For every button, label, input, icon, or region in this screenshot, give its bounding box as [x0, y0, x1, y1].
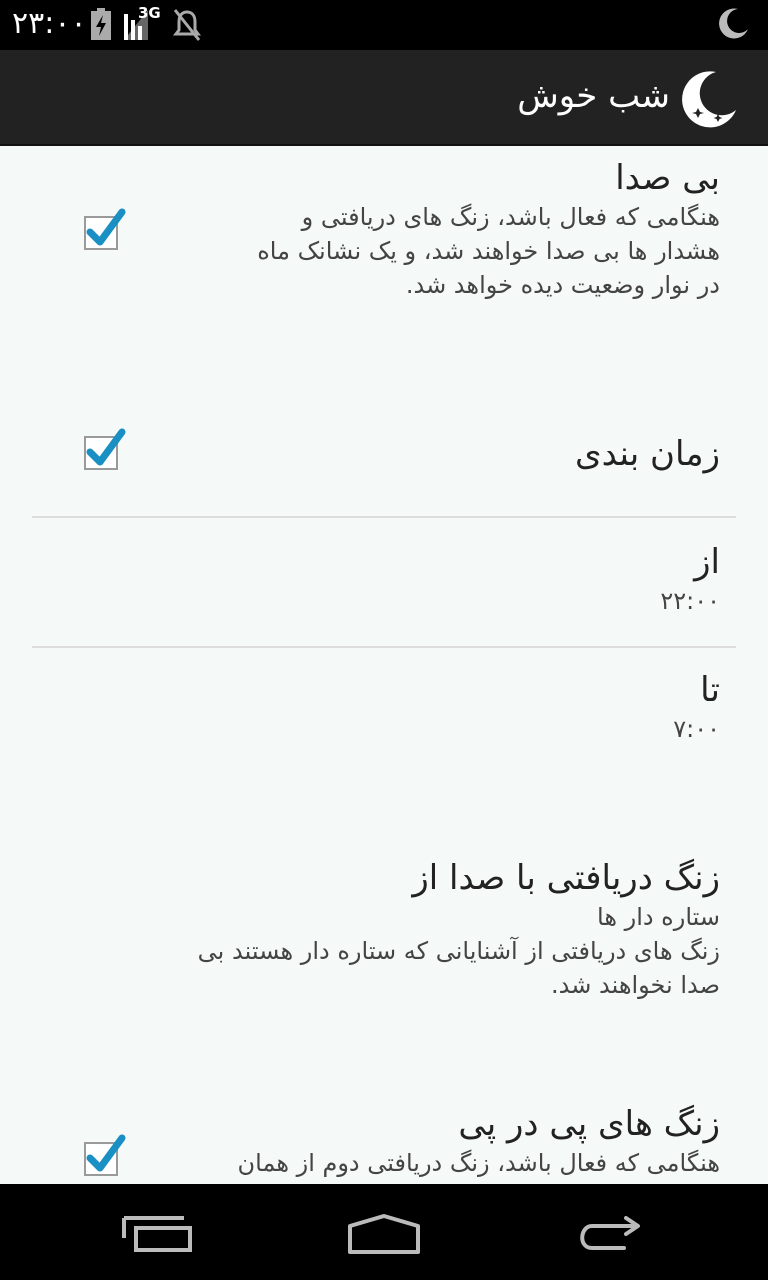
battery-charging-icon — [90, 8, 112, 44]
pref-to-title: تا — [700, 670, 720, 710]
pref-from-title: از — [694, 542, 720, 582]
moon-stars-icon[interactable] — [676, 68, 740, 136]
pref-ring-from-summary-line2: صدا نخواهند شد. — [551, 971, 720, 999]
pref-ring-from-value: ستاره دار ها — [597, 903, 720, 931]
mute-icon — [172, 8, 202, 46]
checkmark-icon — [86, 428, 126, 466]
pref-repeated-title: زنگ های پی در پی — [458, 1104, 720, 1144]
divider — [32, 516, 736, 518]
silent-checkbox[interactable] — [84, 208, 126, 250]
pref-silent-title: بی صدا — [615, 158, 720, 198]
pref-repeated-summary-line1: هنگامی که فعال باشد، زنگ دریافتی دوم از … — [237, 1149, 721, 1177]
pref-schedule-title: زمان بندی — [575, 434, 720, 474]
moon-icon — [716, 7, 750, 45]
preferences-list: بی صدا هنگامی که فعال باشد، زنگ های دریا… — [0, 146, 768, 1184]
navigation-bar — [0, 1184, 768, 1280]
schedule-checkbox[interactable] — [84, 428, 126, 470]
app-title: شب خوش — [517, 76, 670, 116]
pref-to[interactable]: تا ۷:۰۰ — [120, 668, 720, 746]
pref-silent-summary-line2: هشدار ها بی صدا خواهند شد، و یک نشانک ما… — [257, 237, 720, 265]
pref-ring-from-summary-line1: زنگ های دریافتی از آشنایانی که ستاره دار… — [197, 937, 720, 965]
action-bar: شب خوش — [0, 50, 768, 146]
pref-ring-from[interactable]: زنگ دریافتی با صدا از ستاره دار ها زنگ ه… — [40, 856, 720, 1002]
home-icon[interactable] — [344, 1212, 424, 1260]
repeated-calls-checkbox[interactable] — [84, 1134, 126, 1176]
status-bar: ۲۳:۰۰ 3G — [0, 0, 768, 50]
pref-from[interactable]: از ۲۲:۰۰ — [120, 540, 720, 618]
divider — [32, 646, 736, 648]
pref-from-value: ۲۲:۰۰ — [660, 587, 720, 615]
pref-to-value: ۷:۰۰ — [673, 715, 720, 743]
recent-apps-icon[interactable] — [118, 1214, 198, 1258]
pref-silent-summary-line1: هنگامی که فعال باشد، زنگ های دریافتی و — [301, 203, 720, 231]
checkmark-icon — [86, 1134, 126, 1172]
pref-silent-summary-line3: در نوار وضعیت دیده خواهد شد. — [405, 271, 720, 299]
back-icon[interactable] — [570, 1214, 650, 1258]
checkmark-icon — [86, 208, 126, 246]
pref-ring-from-title: زنگ دریافتی با صدا از — [412, 858, 720, 898]
network-type-label: 3G — [138, 4, 161, 22]
status-time: ۲۳:۰۰ — [12, 6, 87, 41]
